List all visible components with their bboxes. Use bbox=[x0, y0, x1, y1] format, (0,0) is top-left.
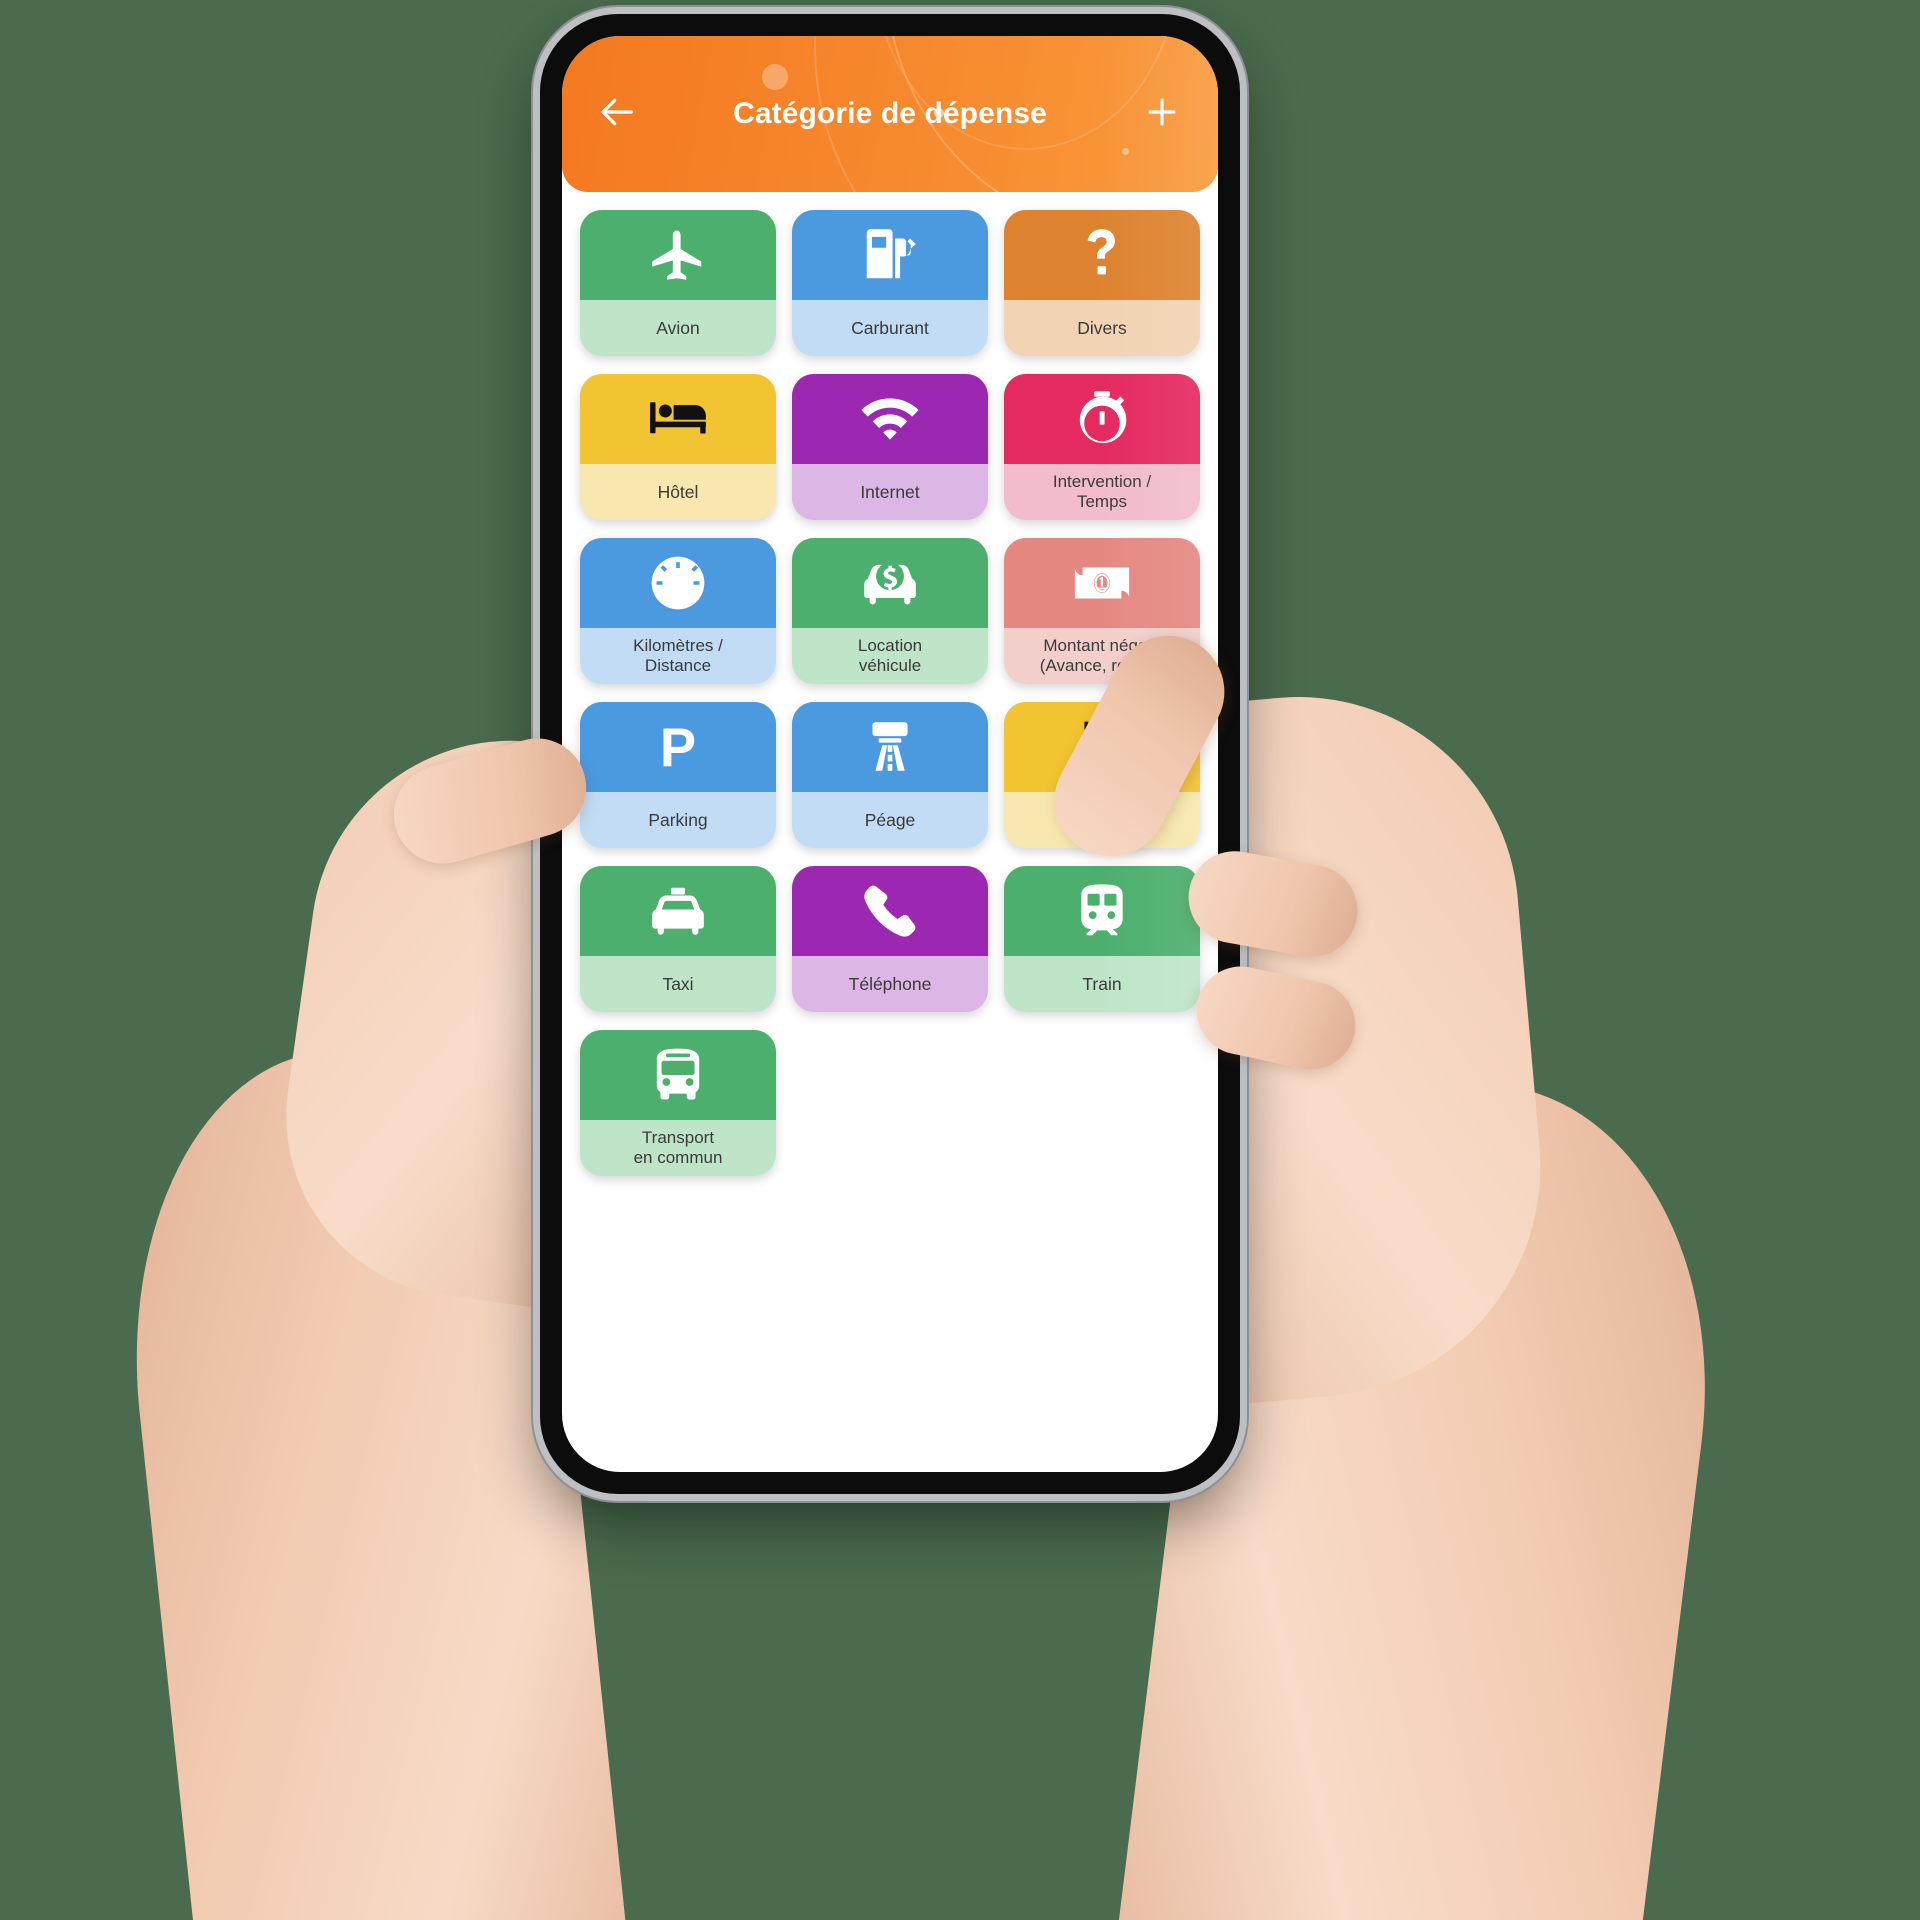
phone-icon bbox=[792, 866, 988, 956]
category-label: Hôtel bbox=[657, 481, 699, 502]
category-card-location[interactable]: Location véhicule bbox=[792, 538, 988, 684]
category-card-parking[interactable]: P Parking bbox=[580, 702, 776, 848]
airplane-icon bbox=[580, 210, 776, 300]
header-dot-1 bbox=[762, 64, 788, 90]
taxi-icon bbox=[580, 866, 776, 956]
toll-booth-icon bbox=[792, 702, 988, 792]
bed-icon bbox=[580, 374, 776, 464]
banknote-icon bbox=[1004, 538, 1200, 628]
category-label: Train bbox=[1082, 973, 1122, 994]
category-label: Divers bbox=[1077, 317, 1127, 338]
arrow-left-icon bbox=[598, 92, 638, 137]
category-label: Carburant bbox=[851, 317, 929, 338]
fuel-pump-icon bbox=[792, 210, 988, 300]
category-label: Téléphone bbox=[848, 973, 932, 994]
speedometer-icon bbox=[580, 538, 776, 628]
wifi-icon bbox=[792, 374, 988, 464]
back-button[interactable] bbox=[572, 68, 664, 160]
category-label: Kilomètres / Distance bbox=[633, 636, 723, 675]
stopwatch-icon bbox=[1004, 374, 1200, 464]
category-card-hotel[interactable]: Hôtel bbox=[580, 374, 776, 520]
category-card-intervention[interactable]: Intervention / Temps bbox=[1004, 374, 1200, 520]
bus-icon bbox=[580, 1030, 776, 1120]
category-card-kilometres[interactable]: Kilomètres / Distance bbox=[580, 538, 776, 684]
parking-p-icon: P bbox=[580, 702, 776, 792]
category-card-transport[interactable]: Transport en commun bbox=[580, 1030, 776, 1176]
plus-icon bbox=[1143, 93, 1181, 136]
category-label: Transport en commun bbox=[633, 1128, 723, 1167]
category-card-avion[interactable]: Avion bbox=[580, 210, 776, 356]
train-icon bbox=[1004, 866, 1200, 956]
app-header: Catégorie de dépense bbox=[562, 36, 1218, 192]
category-card-peage[interactable]: Péage bbox=[792, 702, 988, 848]
category-label: Avion bbox=[656, 317, 700, 338]
page-title: Catégorie de dépense bbox=[733, 97, 1047, 130]
category-label: Intervention / Temps bbox=[1052, 472, 1152, 511]
question-mark-icon bbox=[1004, 210, 1200, 300]
category-card-train[interactable]: Train bbox=[1004, 866, 1200, 1012]
category-card-taxi[interactable]: Taxi bbox=[580, 866, 776, 1012]
screenshot-stage: Catégorie de dépense Avion Carburant Diver… bbox=[0, 0, 1920, 1920]
category-card-internet[interactable]: Internet bbox=[792, 374, 988, 520]
category-label: Internet bbox=[860, 481, 920, 502]
car-money-icon bbox=[792, 538, 988, 628]
svg-text:P: P bbox=[660, 718, 696, 778]
category-label: Taxi bbox=[662, 973, 694, 994]
add-category-button[interactable] bbox=[1116, 68, 1208, 160]
category-card-telephone[interactable]: Téléphone bbox=[792, 866, 988, 1012]
category-card-carburant[interactable]: Carburant bbox=[792, 210, 988, 356]
category-label: Parking bbox=[648, 809, 708, 830]
category-label: Location véhicule bbox=[857, 636, 923, 675]
category-label: Péage bbox=[864, 809, 916, 830]
category-card-divers[interactable]: Divers bbox=[1004, 210, 1200, 356]
